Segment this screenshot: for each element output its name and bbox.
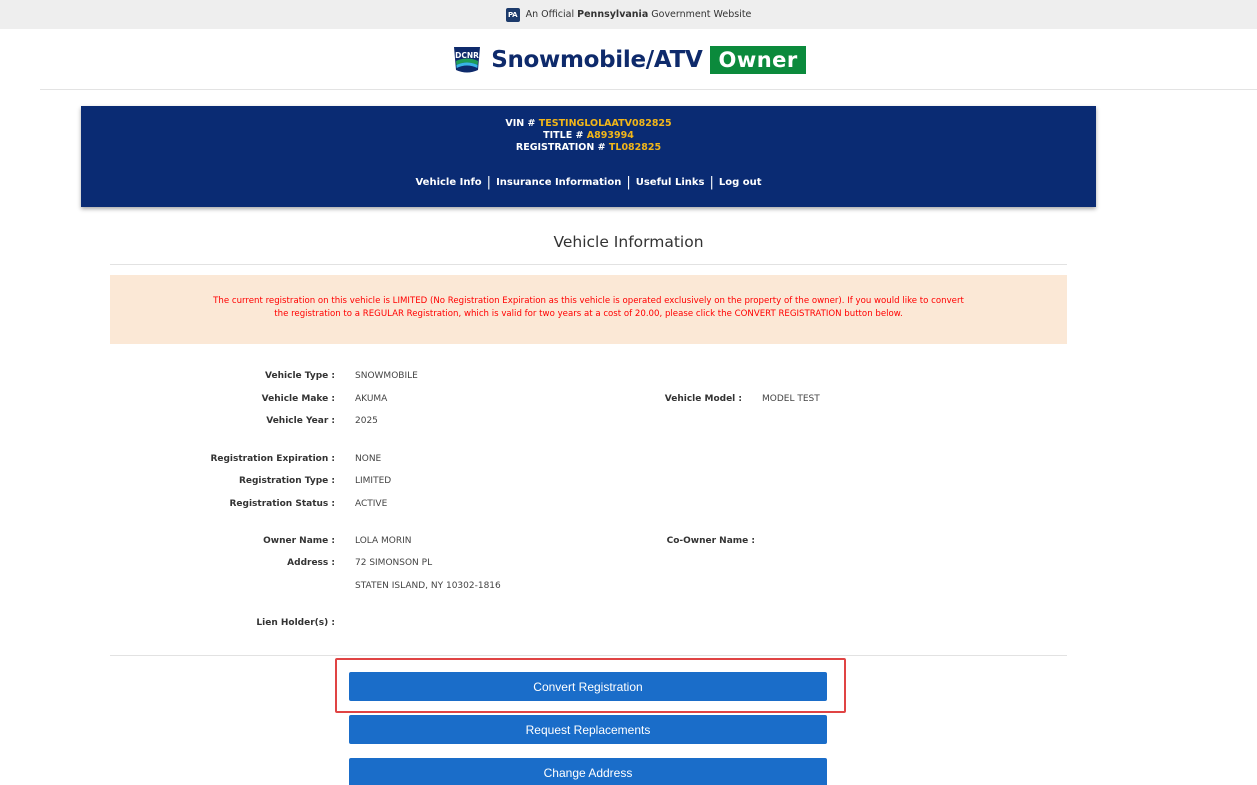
- nav-insurance-information[interactable]: Insurance Information: [496, 177, 621, 188]
- registration-expiration-value: NONE: [355, 454, 382, 464]
- pa-badge-icon: PA: [505, 7, 520, 22]
- owner-badge: Owner: [710, 46, 806, 74]
- vehicle-type-label: Vehicle Type :: [265, 371, 335, 381]
- notice-line-2: the registration to a REGULAR Registrati…: [274, 309, 903, 319]
- title-line: TITLE # A893994: [81, 130, 1096, 142]
- official-website-banner: PA An Official Pennsylvania Government W…: [0, 0, 1257, 29]
- nav-separator: |: [626, 175, 631, 190]
- convert-registration-button[interactable]: Convert Registration: [349, 672, 827, 701]
- vehicle-year-value: 2025: [355, 416, 378, 426]
- request-replacements-button[interactable]: Request Replacements: [349, 715, 827, 744]
- logo-title: Snowmobile/ATV: [491, 47, 703, 73]
- nav-vehicle-info[interactable]: Vehicle Info: [415, 177, 481, 188]
- title-value: A893994: [586, 130, 634, 141]
- page-title: Vehicle Information: [553, 233, 704, 251]
- vehicle-model-label: Vehicle Model :: [664, 394, 742, 404]
- vehicle-model-value: MODEL TEST: [762, 394, 820, 404]
- title-label: TITLE #: [543, 130, 584, 141]
- registration-status-label: Registration Status :: [229, 499, 336, 509]
- vehicle-year-label: Vehicle Year :: [266, 416, 335, 426]
- registration-status-value: ACTIVE: [355, 499, 388, 509]
- registration-notice: The current registration on this vehicle…: [110, 275, 1067, 344]
- registration-expiration-label: Registration Expiration :: [210, 454, 335, 464]
- registration-type-label: Registration Type :: [238, 476, 335, 486]
- nav-separator: |: [486, 175, 492, 190]
- banner-suffix: Government Website: [651, 9, 752, 20]
- nav-separator: |: [709, 175, 714, 190]
- nav-log-out[interactable]: Log out: [719, 177, 762, 188]
- banner-prefix: An Official: [525, 9, 575, 20]
- registration-line: REGISTRATION # TL082825: [81, 142, 1096, 154]
- dcnr-keystone-icon: DCNR: [454, 47, 481, 73]
- header-divider: [40, 89, 1257, 90]
- registration-value: TL082825: [608, 142, 662, 153]
- registration-label: REGISTRATION #: [515, 142, 606, 153]
- vehicle-type-value: SNOWMOBILE: [355, 371, 418, 381]
- change-address-button[interactable]: Change Address: [349, 758, 827, 785]
- vin-value: TESTINGLOLAATV082825: [538, 118, 672, 129]
- owner-name-label: Owner Name :: [263, 536, 335, 546]
- vin-label: VIN #: [505, 118, 536, 129]
- panel-nav: Vehicle Info | Insurance Information | U…: [81, 175, 1096, 190]
- vehicle-id-panel: VIN # TESTINGLOLAATV082825 TITLE # A8939…: [81, 106, 1096, 207]
- nav-useful-links[interactable]: Useful Links: [636, 177, 705, 188]
- vehicle-make-value: AKUMA: [355, 394, 388, 404]
- lien-holders-label: Lien Holder(s) :: [256, 618, 335, 628]
- vin-line: VIN # TESTINGLOLAATV082825: [81, 118, 1096, 130]
- site-logo[interactable]: DCNR Snowmobile/ATV Owner: [0, 40, 1257, 80]
- title-divider: [110, 264, 1067, 265]
- banner-state: Pennsylvania: [577, 9, 649, 20]
- notice-line-1: The current registration on this vehicle…: [213, 296, 964, 306]
- address-line-1: 72 SIMONSON PL: [355, 558, 433, 568]
- vehicle-make-label: Vehicle Make :: [261, 394, 335, 404]
- owner-name-value: LOLA MORIN: [355, 536, 412, 546]
- registration-type-value: LIMITED: [355, 476, 392, 486]
- banner-text: An Official Pennsylvania Government Webs…: [526, 9, 752, 20]
- svg-text:DCNR: DCNR: [455, 51, 479, 60]
- address-line-2: STATEN ISLAND, NY 10302-1816: [355, 581, 501, 591]
- address-label: Address :: [287, 558, 335, 568]
- details-divider: [110, 655, 1067, 656]
- co-owner-name-label: Co-Owner Name :: [666, 536, 755, 546]
